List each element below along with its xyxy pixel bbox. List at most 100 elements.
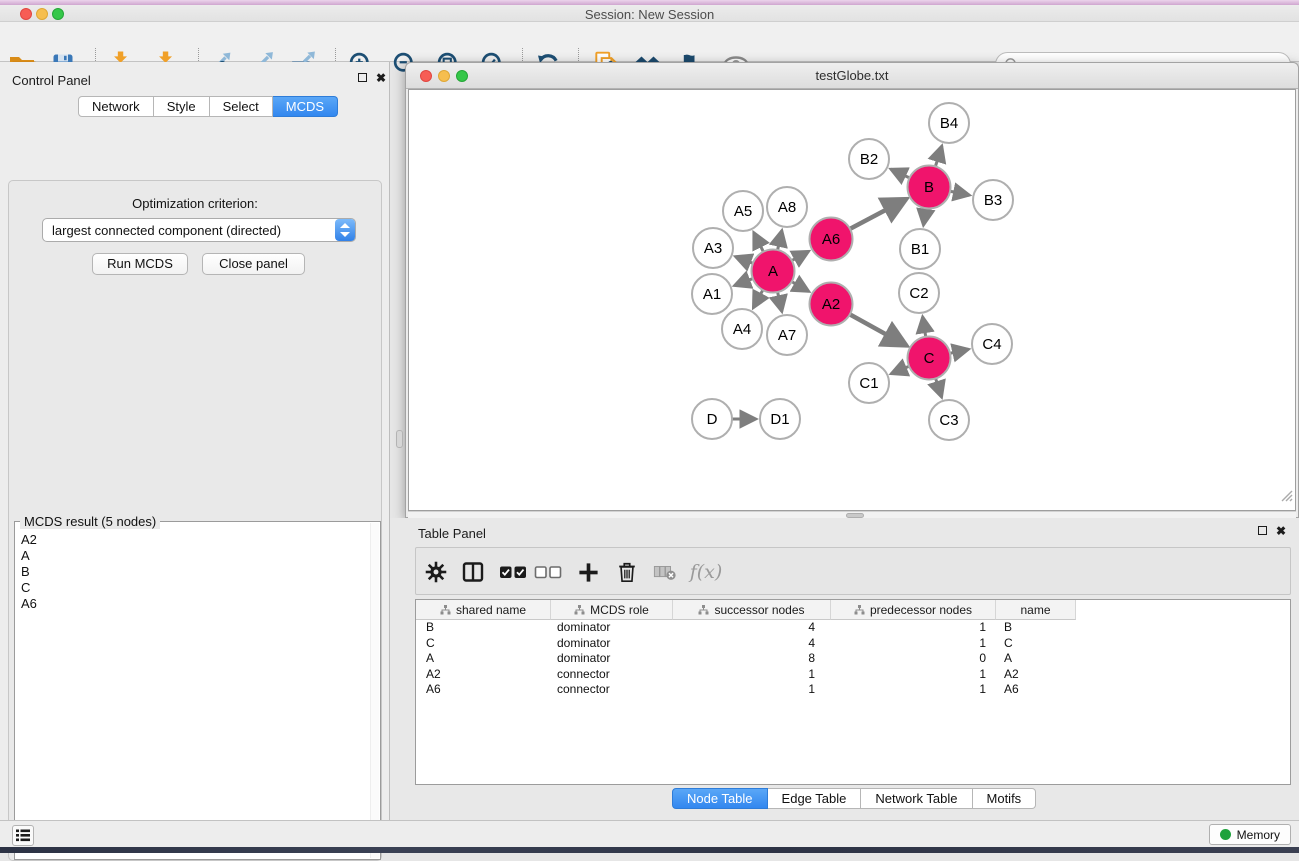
graph-node-B3[interactable]: B3 [973,180,1013,220]
table-cell[interactable]: 1 [831,636,996,652]
column-header-name[interactable]: name [996,600,1076,620]
graph-node-A6[interactable]: A6 [810,218,853,261]
table-cell[interactable]: C [996,636,1076,652]
graph-node-A5[interactable]: A5 [723,191,763,231]
column-view-icon[interactable] [456,557,490,587]
graph-edge-B-B2[interactable] [891,169,910,178]
graph-edge-A-A7[interactable] [778,292,782,312]
graph-edge-C-C3[interactable] [936,378,942,397]
graph-node-A3[interactable]: A3 [693,228,733,268]
graph-node-A8[interactable]: A8 [767,187,807,227]
table-cell[interactable]: A2 [996,667,1076,683]
graph-node-B2[interactable]: B2 [849,139,889,179]
table-row[interactable]: A2connector11A2 [416,667,1290,683]
tab-motifs[interactable]: Motifs [973,788,1037,809]
graph-node-B1[interactable]: B1 [900,229,940,269]
graph-node-A[interactable]: A [752,250,795,293]
graph-node-C4[interactable]: C4 [972,324,1012,364]
table-cell[interactable]: A6 [416,682,551,698]
table-row[interactable]: Cdominator41C [416,636,1290,652]
result-scrollbar-track[interactable] [370,523,379,858]
table-cell[interactable]: dominator [551,636,673,652]
column-header-mcds-role[interactable]: MCDS role [551,600,673,620]
table-row[interactable]: Adominator80A [416,651,1290,667]
tab-select[interactable]: Select [210,96,273,117]
graph-edge-A-A8[interactable] [778,230,782,250]
network-hscrollbar[interactable] [408,511,1296,518]
graph-node-B[interactable]: B [908,166,951,209]
table-cell[interactable]: 1 [831,620,996,636]
table-settings-icon[interactable] [419,557,453,587]
graph-edge-A2-C[interactable] [850,314,907,345]
graph-node-A7[interactable]: A7 [767,315,807,355]
table-cell[interactable]: B [416,620,551,636]
table-cell[interactable]: 1 [673,682,831,698]
tab-network-table[interactable]: Network Table [861,788,972,809]
tab-mcds[interactable]: MCDS [273,96,338,117]
panel-splitter-handle[interactable] [396,430,403,448]
graph-edge-C-C4[interactable] [950,349,969,353]
table-cell[interactable]: 0 [831,651,996,667]
graph-node-D1[interactable]: D1 [760,399,800,439]
criterion-dropdown[interactable]: largest connected component (directed) [42,218,356,242]
graph-edge-A-A6[interactable] [792,251,809,260]
resize-grip[interactable] [1279,488,1293,502]
graph-node-B4[interactable]: B4 [929,103,969,143]
delete-columns-icon[interactable] [610,557,644,587]
select-all-columns-icon[interactable] [496,557,530,587]
network-canvas[interactable]: AA1A2A3A4A5A6A7A8BB1B2B3B4CC1C2C3C4DD1 [408,89,1296,511]
column-header-predecessor-nodes[interactable]: predecessor nodes [831,600,996,620]
tab-network[interactable]: Network [78,96,154,117]
run-mcds-button[interactable]: Run MCDS [92,253,188,275]
result-list-item[interactable]: A2 [16,532,370,548]
close-panel-button[interactable]: Close panel [202,253,305,275]
table-cell[interactable]: 1 [673,667,831,683]
graph-node-C[interactable]: C [908,337,951,380]
float-panel-icon[interactable] [358,73,367,82]
result-list-item[interactable]: B [16,564,370,580]
tab-node-table[interactable]: Node Table [672,788,768,809]
graph-edge-A-A2[interactable] [792,282,809,292]
add-column-icon[interactable] [571,557,605,587]
table-float-icon[interactable] [1258,526,1267,535]
table-cell[interactable]: 8 [673,651,831,667]
table-row[interactable]: Bdominator41B [416,620,1290,636]
table-cell[interactable]: A2 [416,667,551,683]
graph-edge-A-A1[interactable] [734,279,752,286]
graph-edge-A6-B[interactable] [850,199,906,229]
table-cell[interactable]: 4 [673,636,831,652]
graph-node-A4[interactable]: A4 [722,309,762,349]
tab-edge-table[interactable]: Edge Table [768,788,862,809]
graph-edge-B-B1[interactable] [923,208,925,225]
table-cell[interactable]: connector [551,667,673,683]
column-header-successor-nodes[interactable]: successor nodes [673,600,831,620]
result-list-item[interactable]: C [16,580,370,596]
graph-edge-A-A4[interactable] [753,290,763,308]
table-cell[interactable]: dominator [551,651,673,667]
graph-edge-B-B3[interactable] [950,191,969,195]
graph-edge-A-A3[interactable] [735,257,753,264]
table-cell[interactable]: 1 [831,667,996,683]
memory-button[interactable]: Memory [1209,824,1291,845]
graph-node-A1[interactable]: A1 [692,274,732,314]
table-cell[interactable]: A [416,651,551,667]
table-close-icon[interactable]: ✖ [1276,526,1286,536]
table-cell[interactable]: C [416,636,551,652]
table-cell[interactable]: connector [551,682,673,698]
graph-edge-C-C1[interactable] [891,366,909,374]
table-cell[interactable]: A6 [996,682,1076,698]
task-history-button[interactable] [12,825,34,846]
column-header-shared-name[interactable]: shared name [416,600,551,620]
table-cell[interactable]: dominator [551,620,673,636]
graph-edge-C-C2[interactable] [923,317,926,337]
delete-table-icon[interactable] [648,557,682,587]
graph-node-C2[interactable]: C2 [899,273,939,313]
graph-node-C1[interactable]: C1 [849,363,889,403]
result-list-item[interactable]: A6 [16,596,370,612]
table-cell[interactable]: 1 [831,682,996,698]
tab-style[interactable]: Style [154,96,210,117]
graph-node-C3[interactable]: C3 [929,400,969,440]
table-row[interactable]: A6connector11A6 [416,682,1290,698]
result-list-item[interactable]: A [16,548,370,564]
graph-edge-A-A5[interactable] [754,232,764,251]
